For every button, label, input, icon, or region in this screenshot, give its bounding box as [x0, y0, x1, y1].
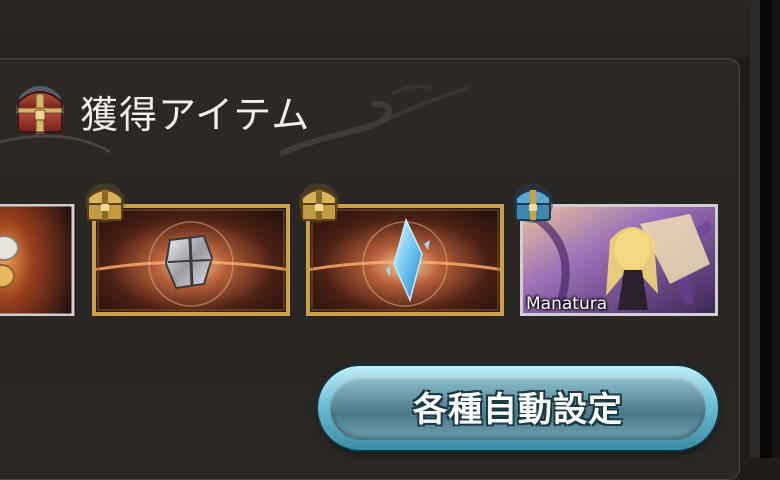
- auto-settings-button-label: 各種自動設定: [413, 390, 623, 430]
- gold-chest-icon: [85, 183, 125, 223]
- blue-chest-icon: [513, 183, 553, 223]
- page-title: 獲得アイテム: [80, 93, 311, 137]
- gold-chest-icon: [299, 183, 339, 223]
- summon-name-label: Manatura: [526, 294, 608, 314]
- right-rail: [750, 0, 780, 458]
- crystal-goggles-icon: [0, 204, 76, 316]
- treasure-chest-icon: [16, 86, 64, 134]
- auto-settings-button[interactable]: 各種自動設定: [318, 366, 718, 450]
- item-card-partial[interactable]: [0, 204, 76, 316]
- top-band: [0, 0, 750, 58]
